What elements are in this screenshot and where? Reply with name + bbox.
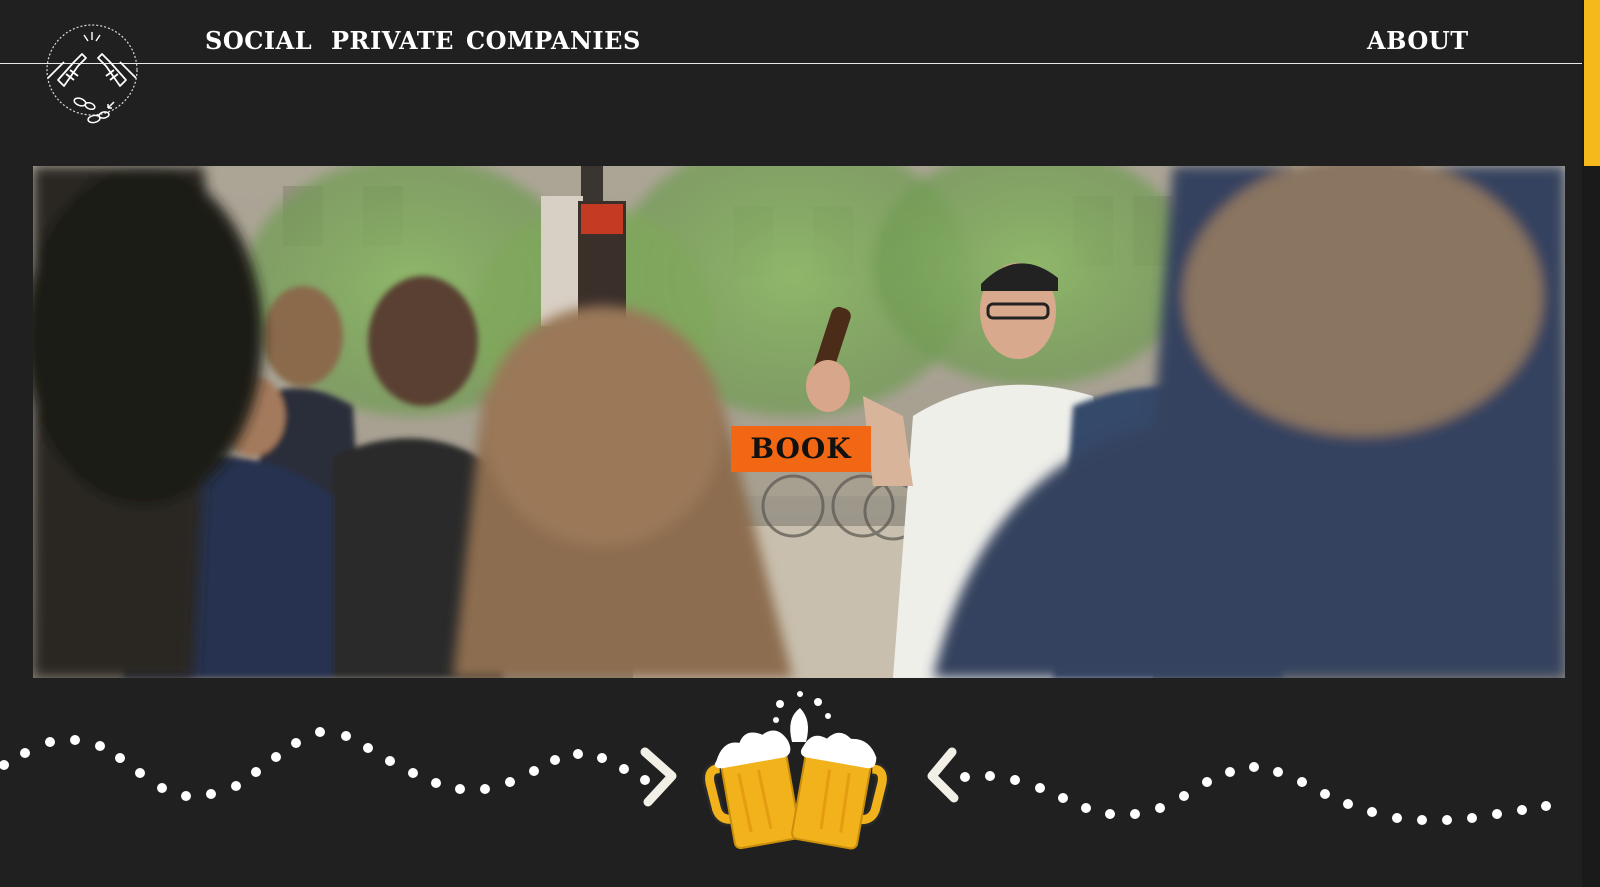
book-button[interactable]: BOOK [731, 426, 871, 472]
scrollbar-thumb[interactable] [1584, 0, 1600, 166]
header-divider-line [0, 63, 1582, 64]
cheers-beer-mugs-icon [702, 691, 890, 850]
dotted-wave-right [960, 762, 1551, 825]
arrow-left-icon [927, 747, 959, 803]
arrow-right-icon [640, 747, 677, 807]
footer-decoration [0, 691, 1551, 850]
nav-private[interactable]: PRIVATE [331, 26, 454, 55]
crossed-bottles-logo[interactable] [44, 22, 140, 132]
nav-companies[interactable]: COMPANIES [466, 26, 641, 55]
dotted-wave-left [0, 727, 650, 801]
crowd-tour-guide-photo [33, 166, 1565, 678]
hero-video[interactable] [33, 166, 1565, 678]
nav-about[interactable]: ABOUT [1367, 26, 1469, 55]
nav-social[interactable]: SOCIAL [205, 26, 312, 55]
